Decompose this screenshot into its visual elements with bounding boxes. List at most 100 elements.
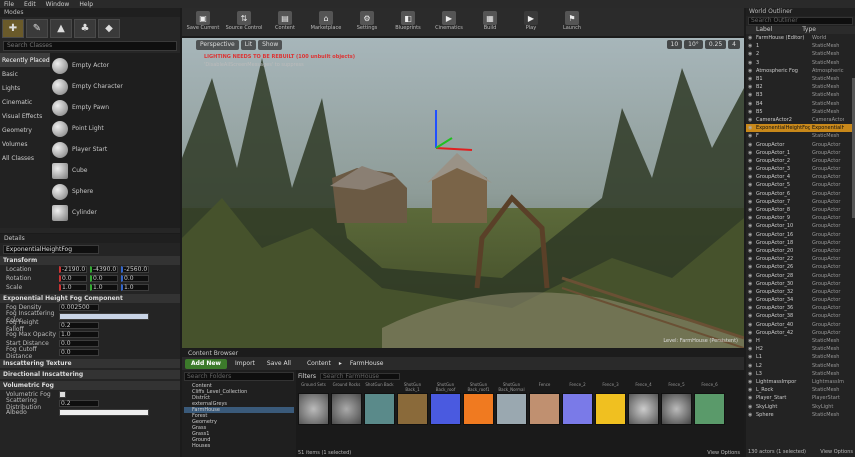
folder-search-input[interactable]: Search Folders	[184, 372, 294, 381]
paint-mode-icon[interactable]: ✎	[26, 19, 48, 38]
visibility-eye-icon[interactable]: ◉	[748, 289, 754, 295]
table-row[interactable]: ◉ Player_Start PlayerStart	[746, 394, 855, 402]
visibility-eye-icon[interactable]: ◉	[748, 313, 754, 319]
visibility-eye-icon[interactable]: ◉	[748, 346, 754, 352]
list-item[interactable]: Empty Character	[52, 76, 178, 97]
asset-thumbnail[interactable]	[331, 393, 362, 425]
table-row[interactable]: ◉ GroupActor_30 GroupActor	[746, 280, 855, 288]
visibility-eye-icon[interactable]: ◉	[748, 158, 754, 164]
visibility-eye-icon[interactable]: ◉	[748, 330, 754, 336]
visibility-eye-icon[interactable]: ◉	[748, 101, 754, 107]
save-current-button[interactable]: ▣ Save Current	[184, 9, 222, 35]
table-row[interactable]: ◉ Sphere StaticMesh	[746, 411, 855, 419]
blueprints-button[interactable]: ◧ Blueprints	[389, 9, 427, 35]
rotation-z[interactable]: 0.0	[121, 275, 149, 282]
visibility-eye-icon[interactable]: ◉	[748, 305, 754, 311]
play-button[interactable]: ▶ Play	[512, 9, 550, 35]
foliage-mode-icon[interactable]: ♣	[74, 19, 96, 38]
visibility-eye-icon[interactable]: ◉	[748, 76, 754, 82]
visibility-eye-icon[interactable]: ◉	[748, 412, 754, 418]
table-row[interactable]: ◉ L2 StaticMesh	[746, 362, 855, 370]
category-volumes[interactable]: Volumes	[0, 137, 50, 151]
category-lights[interactable]: Lights	[0, 81, 50, 95]
asset-thumbnail[interactable]	[364, 393, 395, 425]
transform-section[interactable]: Transform	[0, 256, 180, 265]
menu-edit[interactable]: Edit	[24, 1, 36, 8]
table-row[interactable]: ◉ GroupActor_2 GroupActor	[746, 157, 855, 165]
visibility-eye-icon[interactable]: ◉	[748, 281, 754, 287]
camera-speed-button[interactable]: 4	[728, 40, 740, 49]
visibility-eye-icon[interactable]: ◉	[748, 142, 754, 148]
visibility-eye-icon[interactable]: ◉	[748, 133, 754, 139]
asset-thumbnail[interactable]	[595, 393, 626, 425]
table-row[interactable]: ◉ SkyLight SkyLight	[746, 402, 855, 410]
label-column-header[interactable]: Label	[756, 26, 772, 34]
rotation-y[interactable]: 0.0	[90, 275, 118, 282]
table-row[interactable]: ◉ GroupActor_40 GroupActor	[746, 321, 855, 329]
visibility-eye-icon[interactable]: ◉	[748, 125, 754, 131]
fog-falloff-field[interactable]: 0.2	[59, 322, 99, 329]
table-row[interactable]: ◉ GroupActor_26 GroupActor	[746, 263, 855, 271]
tree-item[interactable]: Houses	[184, 443, 294, 449]
table-row[interactable]: ◉ LightmassImpor LightmassIm	[746, 378, 855, 386]
asset-thumbnail[interactable]	[628, 393, 659, 425]
visibility-eye-icon[interactable]: ◉	[748, 84, 754, 90]
table-row[interactable]: ◉ GroupActor_38 GroupActor	[746, 312, 855, 320]
table-row[interactable]: ◉ H StaticMesh	[746, 337, 855, 345]
save-all-button[interactable]: Save All	[263, 359, 295, 369]
visibility-eye-icon[interactable]: ◉	[748, 256, 754, 262]
visibility-eye-icon[interactable]: ◉	[748, 354, 754, 360]
scale-snap-button[interactable]: 0.25	[704, 40, 727, 49]
visibility-eye-icon[interactable]: ◉	[748, 297, 754, 303]
fog-density-field[interactable]: 0.002500	[59, 304, 99, 311]
show-button[interactable]: Show	[258, 40, 283, 50]
table-row[interactable]: ◉ GroupActor_32 GroupActor	[746, 288, 855, 296]
table-row[interactable]: ◉ GroupActor_16 GroupActor	[746, 231, 855, 239]
table-row[interactable]: ◉ GroupActor_18 GroupActor	[746, 239, 855, 247]
list-item[interactable]: Point Light	[52, 118, 178, 139]
table-row[interactable]: ◉ GroupActor_5 GroupActor	[746, 181, 855, 189]
visibility-eye-icon[interactable]: ◉	[748, 60, 754, 66]
visibility-eye-icon[interactable]: ◉	[748, 223, 754, 229]
visibility-eye-icon[interactable]: ◉	[748, 191, 754, 197]
asset-search-input[interactable]: Search FarmHouse	[320, 373, 400, 380]
table-row[interactable]: ◉ GroupActor_10 GroupActor	[746, 222, 855, 230]
menu-file[interactable]: File	[4, 1, 14, 8]
add-new-button[interactable]: Add New	[185, 358, 227, 369]
visibility-eye-icon[interactable]: ◉	[748, 404, 754, 410]
place-mode-icon[interactable]: ✚	[2, 19, 24, 38]
asset-thumbnail[interactable]	[397, 393, 428, 425]
launch-button[interactable]: ⚑ Launch	[553, 9, 591, 35]
table-row[interactable]: ◉ L_Rock StaticMesh	[746, 386, 855, 394]
class-search-input[interactable]: Search Classes	[3, 41, 177, 51]
list-item[interactable]: Empty Actor	[52, 55, 178, 76]
table-row[interactable]: ◉ 2 StaticMesh	[746, 50, 855, 58]
outliner-search-input[interactable]: Search Outliner	[748, 17, 853, 25]
import-button[interactable]: Import	[231, 359, 259, 369]
asset-thumbnail[interactable]	[496, 393, 527, 425]
fog-color-swatch[interactable]	[59, 313, 149, 320]
albedo-swatch[interactable]	[59, 409, 149, 416]
asset-thumbnail[interactable]	[430, 393, 461, 425]
visibility-eye-icon[interactable]: ◉	[748, 273, 754, 279]
menu-window[interactable]: Window	[46, 1, 70, 8]
list-item[interactable]: Sphere	[52, 181, 178, 202]
visibility-eye-icon[interactable]: ◉	[748, 51, 754, 57]
actor-name-field[interactable]: ExponentialHeightFog	[3, 245, 99, 254]
visibility-eye-icon[interactable]: ◉	[748, 240, 754, 246]
rotation-snap-button[interactable]: 10°	[684, 40, 703, 49]
table-row[interactable]: ◉ GroupActor_7 GroupActor	[746, 198, 855, 206]
scale-x[interactable]: 1.0	[59, 284, 87, 291]
directional-inscattering-section[interactable]: Directional Inscattering	[0, 370, 180, 379]
geometry-mode-icon[interactable]: ◆	[98, 19, 120, 38]
visibility-eye-icon[interactable]: ◉	[748, 395, 754, 401]
table-row[interactable]: ◉ 3 StaticMesh	[746, 59, 855, 67]
scale-z[interactable]: 1.0	[121, 284, 149, 291]
asset-thumbnail[interactable]	[694, 393, 725, 425]
asset-thumbnail[interactable]	[661, 393, 692, 425]
visibility-eye-icon[interactable]: ◉	[748, 207, 754, 213]
category-visual-effects[interactable]: Visual Effects	[0, 109, 50, 123]
table-row[interactable]: ◉ GroupActor_8 GroupActor	[746, 206, 855, 214]
visibility-eye-icon[interactable]: ◉	[748, 322, 754, 328]
table-row[interactable]: ◉ L3 StaticMesh	[746, 370, 855, 378]
